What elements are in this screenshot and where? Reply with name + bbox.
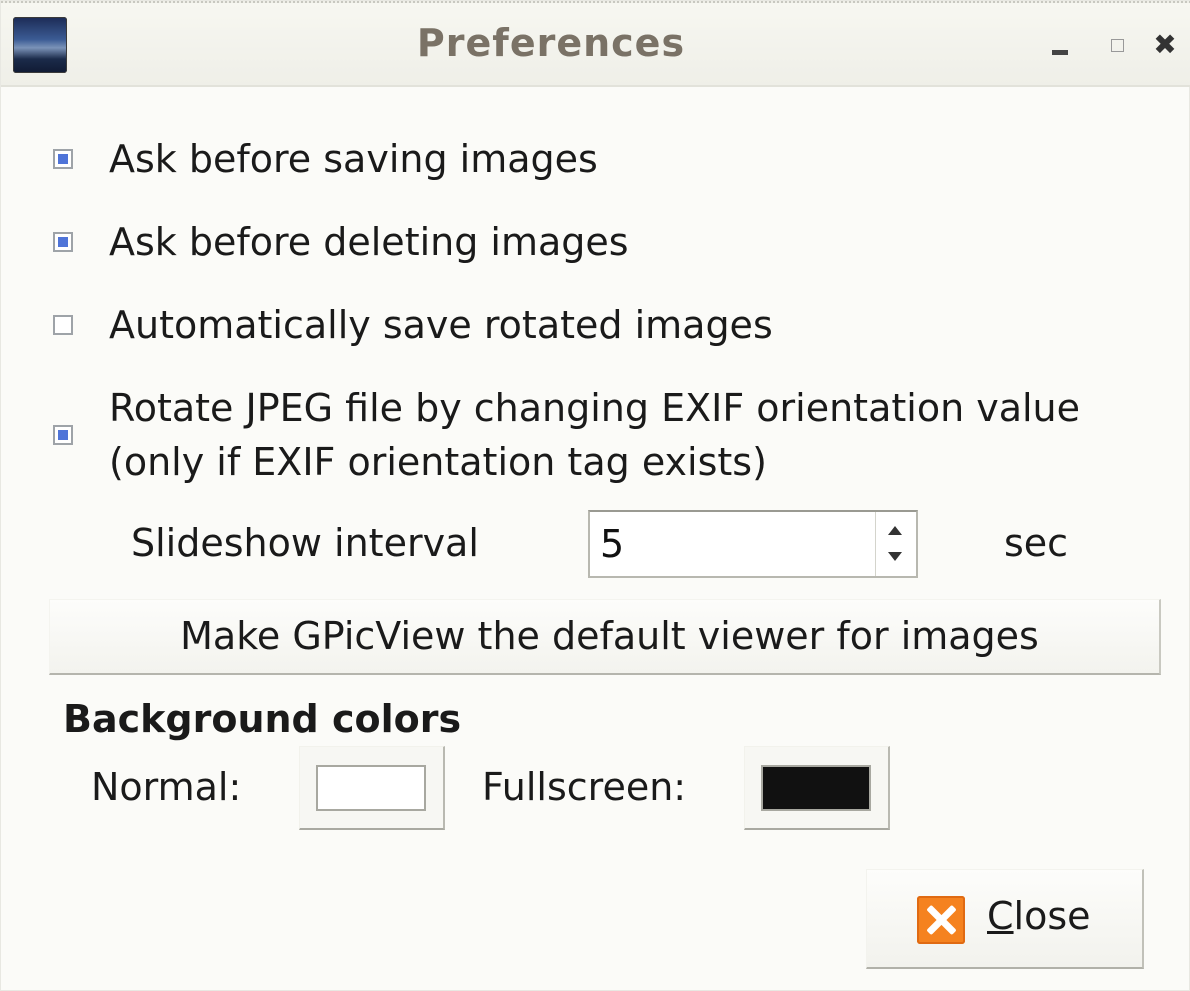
slideshow-unit-label: sec (1004, 521, 1069, 565)
normal-color-swatch (316, 765, 426, 811)
window-title: Preferences (416, 21, 686, 65)
spinner-arrows[interactable] (875, 512, 916, 576)
option-ask-before-deleting[interactable]: Ask before deleting images (53, 216, 629, 268)
option-label-line1: Rotate JPEG file by changing EXIF orient… (109, 386, 1081, 430)
option-label-line2: (only if EXIF orientation tag exists) (109, 440, 767, 484)
make-default-viewer-button[interactable]: Make GPicView the default viewer for ima… (49, 599, 1161, 675)
option-ask-before-saving[interactable]: Ask before saving images (53, 133, 598, 185)
close-mnemonic: C (987, 894, 1014, 938)
increment-arrow-icon[interactable] (888, 526, 902, 535)
background-colors-heading: Background colors (63, 697, 462, 741)
close-window-icon[interactable]: ✖ (1151, 31, 1179, 59)
close-label-rest: lose (1013, 894, 1091, 938)
close-button-label: Close (987, 894, 1091, 938)
checkbox[interactable] (53, 149, 73, 169)
decrement-arrow-icon[interactable] (888, 552, 902, 561)
fullscreen-color-swatch (761, 765, 871, 811)
option-auto-save-rotated[interactable]: Automatically save rotated images (53, 299, 773, 351)
slideshow-interval-label: Slideshow interval (131, 521, 479, 565)
option-label: Rotate JPEG file by changing EXIF orient… (109, 381, 1080, 489)
make-default-viewer-label: Make GPicView the default viewer for ima… (180, 614, 1039, 658)
fullscreen-color-button[interactable] (744, 746, 890, 830)
fullscreen-color-label: Fullscreen: (482, 765, 687, 809)
close-button[interactable]: Close (866, 869, 1144, 969)
option-label: Automatically save rotated images (109, 303, 773, 347)
maximize-icon[interactable] (1103, 31, 1131, 59)
option-label: Ask before saving images (109, 137, 598, 181)
option-label: Ask before deleting images (109, 220, 629, 264)
title-bar[interactable]: Preferences ✖ (1, 1, 1190, 87)
close-x-icon (917, 896, 965, 944)
checkbox[interactable] (53, 232, 73, 252)
checkbox[interactable] (53, 315, 73, 335)
normal-color-label: Normal: (91, 765, 242, 809)
checkbox[interactable] (53, 425, 73, 445)
normal-color-button[interactable] (299, 746, 445, 830)
preferences-dialog: Preferences ✖ Ask before saving images A… (0, 0, 1190, 991)
minimize-icon[interactable] (1046, 31, 1074, 59)
slideshow-interval-value[interactable]: 5 (600, 522, 624, 566)
slideshow-interval-spinner[interactable]: 5 (588, 510, 918, 578)
option-rotate-jpeg-exif[interactable]: Rotate JPEG file by changing EXIF orient… (53, 381, 1080, 489)
